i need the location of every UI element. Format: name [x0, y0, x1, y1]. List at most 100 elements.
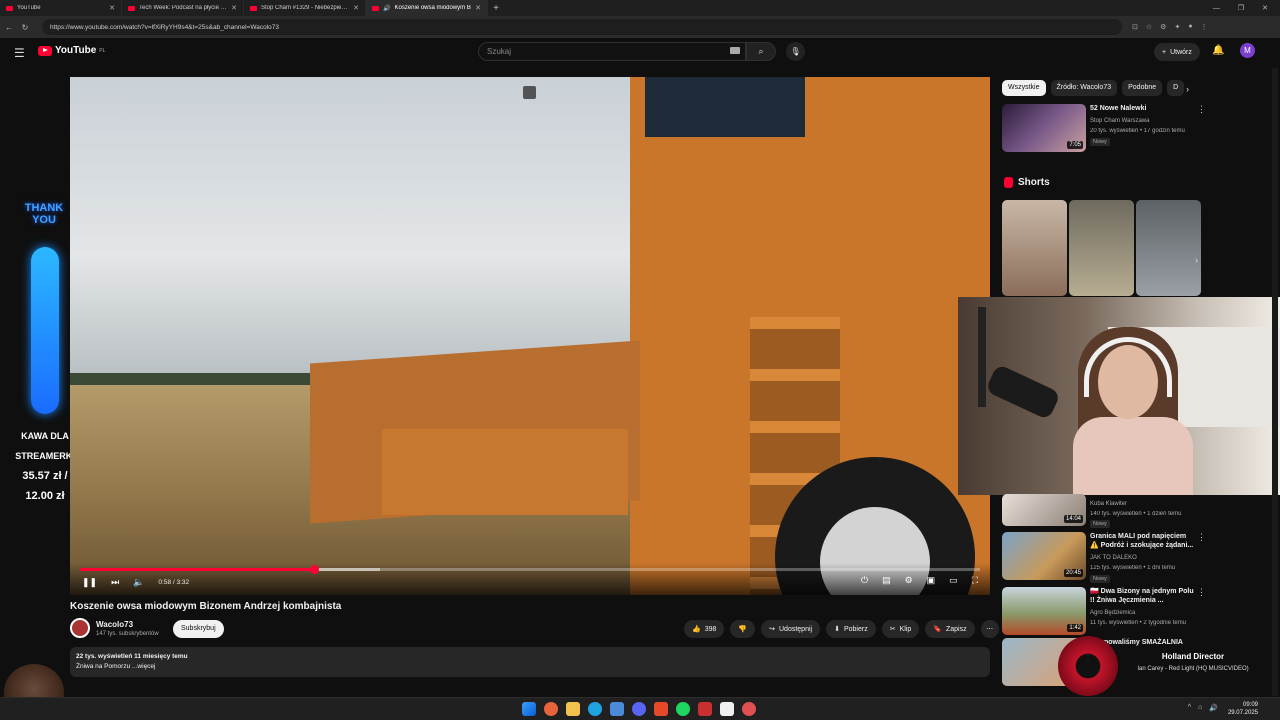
recommendation-item[interactable]: 7:05 52 Nowe Nalewki Stop Cham Warszawa … [1002, 104, 1206, 154]
minimize-icon[interactable]: — [1213, 5, 1220, 12]
show-more-link[interactable]: ...więcej [132, 663, 155, 670]
close-icon[interactable]: ✕ [353, 4, 359, 12]
more-actions-button[interactable]: ⋯ [980, 620, 999, 638]
reload-icon[interactable]: ↻ [18, 23, 32, 32]
video-thumbnail[interactable]: 20:45 [1002, 532, 1086, 580]
file-explorer-icon[interactable] [566, 702, 580, 716]
channel-avatar[interactable] [70, 618, 90, 638]
subscribe-button[interactable]: Subskrybuj [173, 620, 224, 638]
close-icon[interactable]: ✕ [109, 4, 115, 12]
chevron-up-icon[interactable]: ^ [1188, 704, 1191, 712]
recommendation-item[interactable]: 20:45 Granica MALI pod napięciem ⚠️ Podr… [1002, 532, 1206, 583]
maximize-icon[interactable]: ❐ [1238, 4, 1244, 12]
chip-all[interactable]: Wszystkie [1002, 80, 1046, 96]
donation-goal-bar [31, 247, 59, 414]
menu-dots-icon[interactable]: ⋮ [1201, 23, 1208, 31]
vinyl-disc-icon [1058, 636, 1118, 696]
browser-tab-youtube[interactable]: YouTube ✕ [0, 0, 122, 16]
browser-tab-koszenie[interactable]: 🔊 Koszenie owsa miodowym B ✕ [366, 0, 488, 16]
close-icon[interactable]: ✕ [475, 4, 481, 12]
more-options-icon[interactable]: ⋮ [1197, 532, 1206, 543]
recommendation-item[interactable]: 1:42 🇵🇱 Dwa Bizony na jednym Polu !! Żni… [1002, 587, 1206, 637]
clip-button[interactable]: ✂ Klip [881, 620, 920, 638]
share-button[interactable]: ↪ Udostępnij [761, 620, 821, 638]
search-button[interactable]: ⌕ [746, 42, 776, 61]
network-icon[interactable]: ⌂ [1198, 704, 1202, 712]
scrubber-handle[interactable] [310, 565, 319, 574]
browser-app-icon[interactable] [654, 702, 668, 716]
browser-tab-stop-cham[interactable]: Stop Cham #1329 - Niebezpieczn ✕ [244, 0, 366, 16]
more-options-icon[interactable]: ⋮ [1197, 104, 1206, 115]
rec-channel[interactable]: Stop Cham Warszawa [1090, 118, 1149, 124]
create-button[interactable]: + Utwórz [1154, 43, 1200, 61]
next-icon[interactable]: ⏭ [111, 577, 119, 588]
rec-channel[interactable]: JAK TO DALEKO [1090, 555, 1137, 561]
obs-icon[interactable] [742, 702, 756, 716]
like-button[interactable]: 👍 398 [684, 620, 725, 638]
puzzle-icon[interactable]: ✦ [1174, 23, 1180, 31]
url-field[interactable]: https://www.youtube.com/watch?v=lfXiRyYH… [42, 19, 1122, 35]
spotify-icon[interactable] [676, 702, 690, 716]
voice-search-button[interactable]: 🎙 [786, 42, 805, 61]
firefox-icon[interactable] [544, 702, 558, 716]
back-icon[interactable]: ← [2, 23, 16, 32]
search-input[interactable]: Szukaj [478, 42, 746, 61]
rec-channel[interactable]: Agro Będziemica [1090, 610, 1135, 616]
subtitles-icon[interactable]: ▤ [882, 575, 891, 586]
channel-name[interactable]: Wacolo73 [96, 620, 133, 629]
close-icon[interactable]: ✕ [231, 4, 237, 12]
notes-icon[interactable] [720, 702, 734, 716]
dislike-button[interactable]: 👎 [730, 620, 756, 638]
video-thumbnail[interactable]: 14:04 [1002, 494, 1086, 526]
taskbar-clock[interactable]: 09:09 29.07.2025 [1228, 701, 1258, 717]
app-icon[interactable] [698, 702, 712, 716]
notifications-bell-icon[interactable]: 🔔 [1212, 45, 1224, 56]
settings-gear-icon[interactable]: ⚙ [905, 575, 913, 586]
new-tab-button[interactable]: + [488, 0, 504, 16]
rec-title[interactable]: 🇵🇱 Dwa Bizony na jednym Polu !! Żniwa Ję… [1090, 587, 1194, 605]
youtube-logo[interactable]: YouTube PL [38, 45, 105, 56]
autoplay-toggle-icon[interactable]: ⏻ [861, 575, 868, 586]
chip-related[interactable]: Podobne [1122, 80, 1163, 96]
rec-channel[interactable]: Kuba Klawiter [1090, 501, 1127, 507]
profile-icon[interactable]: ● [1188, 23, 1192, 31]
volume-icon[interactable]: 🔈 [133, 577, 144, 588]
windows-start-icon[interactable] [522, 702, 536, 716]
edge-icon[interactable] [588, 702, 602, 716]
description-box[interactable]: 22 tys. wyświetleń 11 miesięcy temu Żniw… [70, 647, 990, 677]
progress-bar[interactable] [80, 565, 980, 574]
account-avatar[interactable]: M [1240, 43, 1255, 58]
rec-title[interactable]: Granica MALI pod napięciem ⚠️ Podróż i s… [1090, 532, 1194, 550]
download-button[interactable]: ⬇ Pobierz [826, 620, 876, 638]
chevron-right-icon[interactable]: › [1186, 84, 1189, 94]
discord-icon[interactable] [632, 702, 646, 716]
short-thumbnail[interactable] [1069, 200, 1134, 296]
save-button[interactable]: 🔖 Zapisz [925, 620, 975, 638]
chip-source[interactable]: Źródło: Wacolo73 [1050, 80, 1118, 96]
page-scrollbar[interactable] [1272, 68, 1278, 696]
video-thumbnail[interactable]: 1:42 [1002, 587, 1086, 635]
speaker-icon[interactable]: 🔊 [1209, 704, 1218, 712]
theater-mode-icon[interactable]: ▭ [949, 575, 958, 586]
video-thumbnail[interactable]: 7:05 [1002, 104, 1086, 152]
close-window-icon[interactable]: ✕ [1262, 4, 1268, 12]
chevron-right-icon[interactable]: › [1195, 255, 1198, 265]
more-options-icon[interactable]: ⋮ [1197, 587, 1206, 598]
pause-icon[interactable]: ❚❚ [82, 577, 97, 588]
hamburger-menu-icon[interactable]: ☰ [14, 46, 25, 60]
install-app-icon[interactable]: ⊡ [1132, 23, 1138, 31]
browser-tab-tech-week[interactable]: Tech Week: Podcast na płycie CD ✕ [122, 0, 244, 16]
ambient-mode-icon[interactable] [523, 86, 536, 99]
bookmark-star-icon[interactable]: ☆ [1146, 23, 1152, 31]
short-thumbnail[interactable] [1002, 200, 1067, 296]
video-player[interactable] [70, 77, 990, 595]
keyboard-icon[interactable] [730, 47, 740, 54]
short-thumbnail[interactable] [1136, 200, 1201, 296]
extension-icon[interactable]: ⚙ [1160, 23, 1166, 31]
chip-more[interactable]: D [1167, 80, 1185, 96]
rec-title[interactable]: 52 Nowe Nalewki [1090, 104, 1194, 113]
calendar-icon[interactable] [610, 702, 624, 716]
miniplayer-icon[interactable]: ▣ [927, 575, 936, 586]
fullscreen-icon[interactable]: ⛶ [972, 575, 978, 586]
speaker-icon[interactable]: 🔊 [383, 5, 390, 12]
